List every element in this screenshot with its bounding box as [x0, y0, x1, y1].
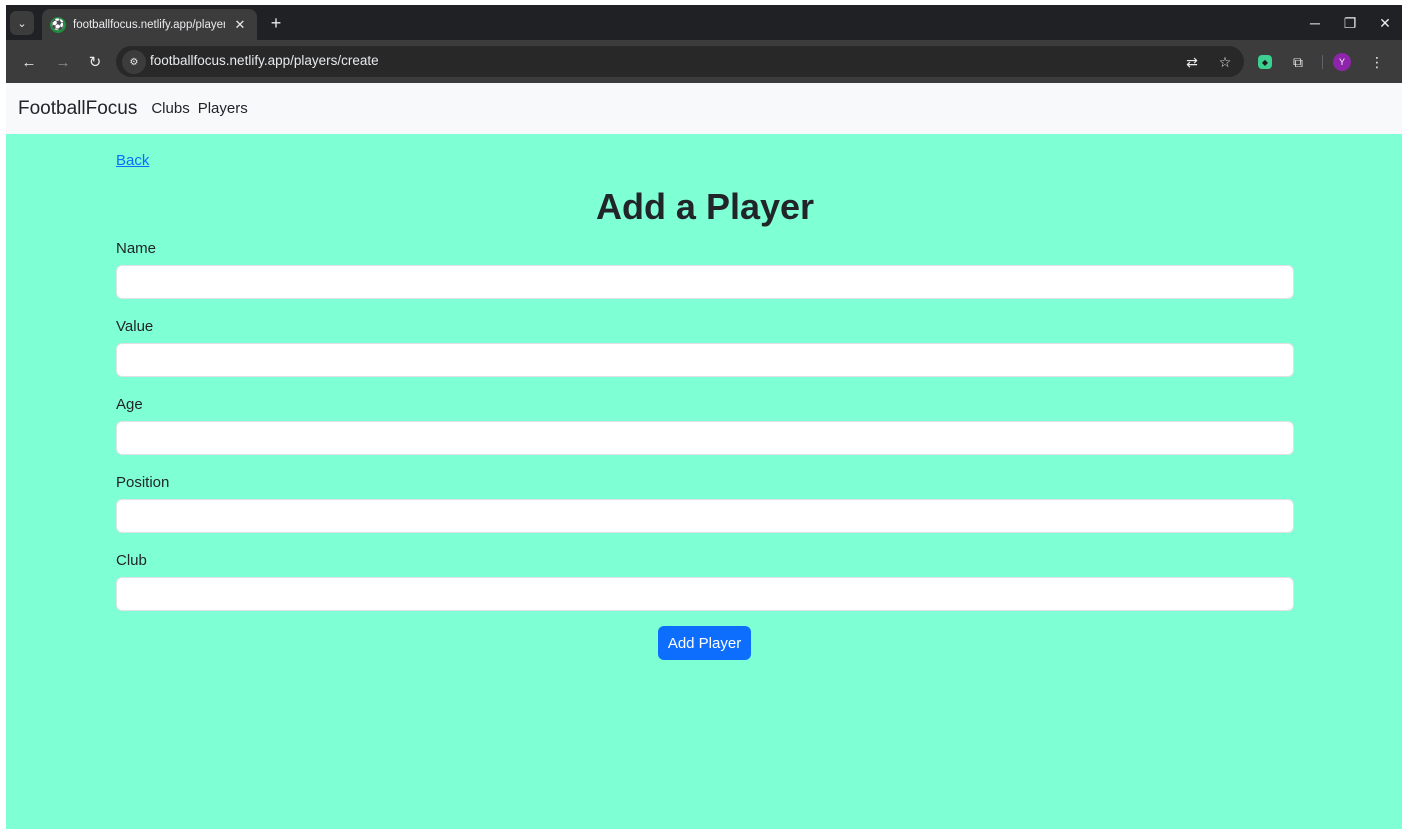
brand-link[interactable]: FootballFocus — [18, 98, 137, 120]
extensions-puzzle-icon[interactable]: ⧉ — [1287, 51, 1309, 73]
address-bar[interactable]: ⚙ footballfocus.netlify.app/players/crea… — [116, 46, 1244, 77]
close-window-icon[interactable]: ✕ — [1375, 13, 1395, 33]
minimize-icon[interactable]: ─ — [1305, 13, 1325, 33]
tab-strip: ⌄ ⚽ footballfocus.netlify.app/player ✕ +… — [6, 5, 1402, 40]
position-input[interactable] — [116, 499, 1294, 533]
value-label: Value — [116, 318, 154, 335]
url-text: footballfocus.netlify.app/players/create — [150, 53, 379, 68]
app-navbar: FootballFocus Clubs Players — [6, 83, 1402, 134]
name-input[interactable] — [116, 265, 1294, 299]
club-label: Club — [116, 552, 147, 569]
tab-search-chevron-icon[interactable]: ⌄ — [10, 11, 34, 35]
tab-title: footballfocus.netlify.app/player — [73, 18, 225, 31]
site-settings-icon[interactable]: ⚙ — [122, 50, 146, 74]
reload-icon[interactable]: ↻ — [84, 51, 106, 73]
page-title: Add a Player — [595, 186, 815, 227]
new-tab-button[interactable]: + — [264, 11, 288, 35]
value-input[interactable] — [116, 343, 1294, 377]
nav-link-players[interactable]: Players — [198, 100, 248, 117]
tab-close-icon[interactable]: ✕ — [231, 17, 249, 33]
browser-window: ⌄ ⚽ footballfocus.netlify.app/player ✕ +… — [6, 5, 1402, 829]
position-label: Position — [116, 474, 170, 491]
add-player-button[interactable]: Add Player — [658, 626, 751, 660]
restore-icon[interactable]: ❐ — [1340, 13, 1360, 33]
age-label: Age — [116, 396, 143, 413]
back-arrow-icon[interactable]: ← — [18, 51, 40, 73]
profile-avatar[interactable]: Y — [1331, 51, 1353, 73]
browser-tab[interactable]: ⚽ footballfocus.netlify.app/player ✕ — [42, 9, 257, 40]
club-input[interactable] — [116, 577, 1294, 611]
extension-shield-icon[interactable]: ◆ — [1254, 51, 1276, 73]
avatar: Y — [1333, 53, 1351, 71]
forward-arrow-icon[interactable]: → — [52, 51, 74, 73]
back-link[interactable]: Back — [116, 152, 149, 169]
toolbar-divider — [1322, 55, 1323, 69]
shield-icon: ◆ — [1258, 55, 1272, 69]
name-label: Name — [116, 240, 157, 257]
bookmark-star-icon[interactable]: ☆ — [1215, 52, 1235, 72]
soccer-ball-icon: ⚽ — [50, 16, 66, 33]
menu-kebab-icon[interactable]: ⋮ — [1366, 51, 1388, 73]
age-input[interactable] — [116, 421, 1294, 455]
translate-icon[interactable]: ⇄ — [1182, 52, 1202, 72]
browser-toolbar: ← → ↻ ⚙ footballfocus.netlify.app/player… — [6, 40, 1402, 83]
nav-link-clubs[interactable]: Clubs — [151, 100, 189, 117]
